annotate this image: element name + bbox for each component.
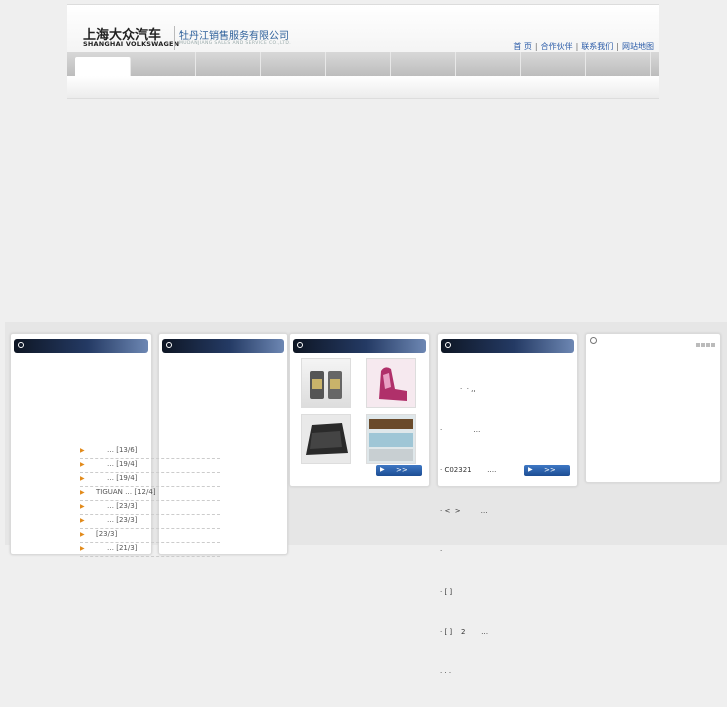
main-nav — [67, 52, 659, 76]
nav-item-2[interactable] — [131, 52, 196, 76]
nav-item-7[interactable] — [456, 52, 521, 76]
list-item[interactable]: ▶… [19/4] — [80, 459, 220, 473]
list-item[interactable]: ▶… [13/6] — [80, 445, 220, 459]
products-more-button[interactable]: ▶ >> — [376, 465, 422, 476]
info-more-button[interactable]: ▶ >> — [524, 465, 570, 476]
nav-item-3[interactable] — [196, 52, 261, 76]
info-line[interactable]: · … — [440, 424, 496, 438]
dealer-name: 牡丹江销售服务有限公司 — [179, 31, 289, 42]
slide-dot[interactable] — [711, 343, 715, 347]
sub-nav-bar — [67, 76, 659, 99]
accessory-icon — [369, 419, 413, 461]
list-item[interactable]: ▶… [23/3] — [80, 515, 220, 529]
panel-2-title — [162, 339, 284, 353]
panel-info-title — [441, 339, 574, 353]
product-image-trunk-mat[interactable] — [301, 414, 351, 464]
news-list: ▶… [13/6] ▶… [19/4] ▶… [19/4] ▶ TIGUAN … … — [80, 445, 220, 557]
list-item[interactable]: ▶ TIGUAN … [12/4] — [80, 487, 220, 501]
arrow-icon: ▶ — [80, 461, 85, 468]
nav-item-4[interactable] — [261, 52, 326, 76]
nav-item-8[interactable] — [521, 52, 586, 76]
list-item[interactable]: ▶… [21/3] — [80, 543, 220, 557]
panel-products: ▶ >> — [289, 333, 430, 487]
sitemap-link[interactable]: 网站地图 — [622, 42, 654, 51]
panel-products-title — [293, 339, 426, 353]
info-line[interactable]: · · · — [440, 667, 496, 681]
arrow-icon: ▶ — [80, 489, 85, 496]
info-line[interactable]: · [ ] — [440, 586, 496, 600]
info-line[interactable]: · < > … — [440, 505, 496, 519]
info-line[interactable]: · · ,, — [440, 383, 496, 397]
list-item[interactable]: ▶… [23/3] — [80, 501, 220, 515]
info-line[interactable]: · C02321 …. — [440, 464, 496, 478]
slide-dot[interactable] — [701, 343, 705, 347]
dealer-name-english: MUDANJIANG SALES AND SERVICE CO.,LTD. — [179, 41, 292, 46]
info-line[interactable]: · — [440, 545, 496, 559]
info-list: · · ,, · … · C02321 …. · < > … · · [ ] ·… — [440, 356, 496, 707]
arrow-icon: ▶ — [80, 475, 85, 482]
product-image-oil[interactable] — [301, 358, 351, 408]
title-dot-icon — [166, 342, 172, 348]
slide-dots — [695, 340, 715, 349]
slide-dot[interactable] — [696, 343, 700, 347]
partners-link[interactable]: 合作伙伴 — [541, 42, 573, 51]
panel-news-title — [14, 339, 148, 353]
nav-item-5[interactable] — [326, 52, 391, 76]
panel-slideshow — [585, 333, 721, 483]
nav-item-9[interactable] — [586, 52, 651, 76]
play-icon: ▶ — [380, 466, 385, 473]
arrow-icon: ▶ — [80, 531, 85, 538]
arrow-icon: ▶ — [80, 447, 85, 454]
list-item[interactable]: ▶ [23/3] — [80, 529, 220, 543]
arrow-icon: ▶ — [80, 503, 85, 510]
product-image-seat[interactable] — [366, 358, 416, 408]
title-dot-icon — [18, 342, 24, 348]
list-item[interactable]: ▶… [19/4] — [80, 473, 220, 487]
home-link[interactable]: 首 页 — [513, 42, 532, 51]
oil-bottles-icon — [310, 371, 342, 399]
title-dot-icon — [445, 342, 451, 348]
play-icon: ▶ — [528, 466, 533, 473]
nav-item-6[interactable] — [391, 52, 456, 76]
logo-english: SHANGHAI VOLKSWAGEN — [83, 40, 180, 48]
title-dot-icon — [297, 342, 303, 348]
top-links: 首 页 | 合作伙伴 | 联系我们 | 网站地图 — [513, 42, 654, 51]
car-seat-icon — [379, 367, 407, 401]
site-header: 上海大众汽车 SHANGHAI VOLKSWAGEN 牡丹江销售服务有限公司 M… — [67, 4, 659, 53]
arrow-icon: ▶ — [80, 545, 85, 552]
panel-info: · · ,, · … · C02321 …. · < > … · · [ ] ·… — [437, 333, 578, 677]
logo-divider — [174, 26, 175, 50]
product-image-accessory[interactable] — [366, 414, 416, 464]
nav-item-1[interactable] — [75, 57, 131, 76]
slideshow-icon — [590, 337, 597, 344]
info-line[interactable]: · [ ] 2 … — [440, 626, 496, 640]
trunk-mat-icon — [306, 423, 348, 455]
slide-dot[interactable] — [706, 343, 710, 347]
arrow-icon: ▶ — [80, 517, 85, 524]
contact-link[interactable]: 联系我们 — [581, 42, 613, 51]
